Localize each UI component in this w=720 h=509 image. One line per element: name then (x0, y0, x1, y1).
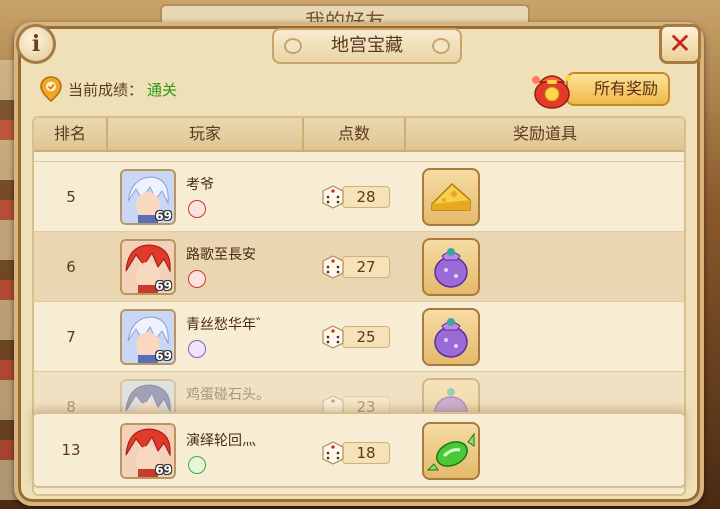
header-points: 点数 (304, 118, 406, 150)
points-cell: 18 (304, 414, 406, 486)
all-rewards-label: 所有奖励 (566, 72, 670, 106)
score-label: 当前成绩： (68, 80, 144, 99)
lucky-bag-icon (528, 66, 576, 110)
points-value: 27 (342, 256, 390, 278)
player-name: 鸡蛋碰石头。 (186, 387, 270, 403)
player-name: 路歌至長安 (186, 247, 256, 263)
player-name: 青丝愁华年゛ (186, 317, 270, 333)
points-value: 25 (342, 326, 390, 348)
player-level: 69 (155, 463, 172, 477)
dice-icon (320, 322, 346, 350)
cloud-ornament-icon (284, 38, 302, 54)
purple-bag-icon (424, 318, 478, 364)
header-player: 玩家 (108, 118, 304, 150)
info-button[interactable]: i (16, 24, 56, 64)
rank-number: 13 (61, 441, 81, 459)
reward-cell (406, 162, 684, 231)
dice-icon (320, 252, 346, 280)
reward-item[interactable] (422, 308, 480, 366)
avatar[interactable]: 69 (120, 239, 176, 295)
player-cell: 69 考爷 (108, 162, 304, 231)
rank-number: 5 (66, 188, 76, 206)
player-cell: 69 路歌至長安 (108, 232, 304, 301)
player-level: 69 (155, 349, 172, 363)
player-cell: 69 演绎轮回灬 (108, 414, 304, 486)
cheese-icon (424, 182, 478, 224)
points-cell: 27 (304, 232, 406, 301)
player-name: 演绎轮回灬 (186, 433, 256, 449)
player-level: 69 (155, 279, 172, 293)
points-cell: 25 (304, 302, 406, 371)
school-red-icon (188, 200, 206, 218)
dialog-title-text: 地宫宝藏 (331, 35, 403, 56)
player-name: 考爷 (186, 177, 214, 193)
reward-cell (406, 414, 684, 486)
my-rank-row[interactable]: 13 69 演绎轮回灬 18 (32, 412, 686, 488)
reward-cell (406, 302, 684, 371)
avatar[interactable]: 69 (120, 423, 176, 479)
table-row-partial (34, 152, 684, 162)
all-rewards-button[interactable]: 所有奖励 (528, 66, 670, 110)
table-row[interactable]: 5 69 考爷 28 (34, 162, 684, 232)
purple-bag-icon (424, 248, 478, 294)
current-score: 当前成绩： 通关 (40, 76, 177, 102)
school-green-icon (188, 456, 206, 474)
dialog-title: 地宫宝藏 (272, 28, 462, 64)
school-red-icon (188, 270, 206, 288)
cloud-ornament-icon (432, 38, 450, 54)
close-button[interactable]: ✕ (659, 24, 701, 64)
points-value: 18 (342, 442, 390, 464)
header-rank: 排名 (34, 118, 108, 150)
player-cell: 69 青丝愁华年゛ (108, 302, 304, 371)
rank-number: 6 (66, 258, 76, 276)
player-level: 69 (155, 209, 172, 223)
dice-icon (320, 182, 346, 210)
reward-cell (406, 232, 684, 301)
reward-item[interactable] (422, 168, 480, 226)
table-row[interactable]: 6 69 路歌至長安 27 (34, 232, 684, 302)
reward-item[interactable] (422, 238, 480, 296)
map-pin-icon (40, 76, 62, 102)
points-value: 28 (342, 186, 390, 208)
dice-icon (320, 438, 346, 466)
avatar[interactable]: 69 (120, 169, 176, 225)
rank-number: 7 (66, 328, 76, 346)
score-value: 通关 (147, 80, 178, 99)
header-reward: 奖励道具 (512, 124, 577, 143)
avatar[interactable]: 69 (120, 309, 176, 365)
table-header: 排名 玩家 点数 奖励道具 (34, 118, 684, 152)
green-candy-icon (424, 432, 478, 478)
reward-item[interactable] (422, 422, 480, 480)
points-cell: 28 (304, 162, 406, 231)
table-row[interactable]: 7 69 青丝愁华年゛ 25 (34, 302, 684, 372)
school-purple-icon (188, 340, 206, 358)
info-icon: i (31, 31, 41, 57)
close-icon: ✕ (668, 27, 692, 60)
